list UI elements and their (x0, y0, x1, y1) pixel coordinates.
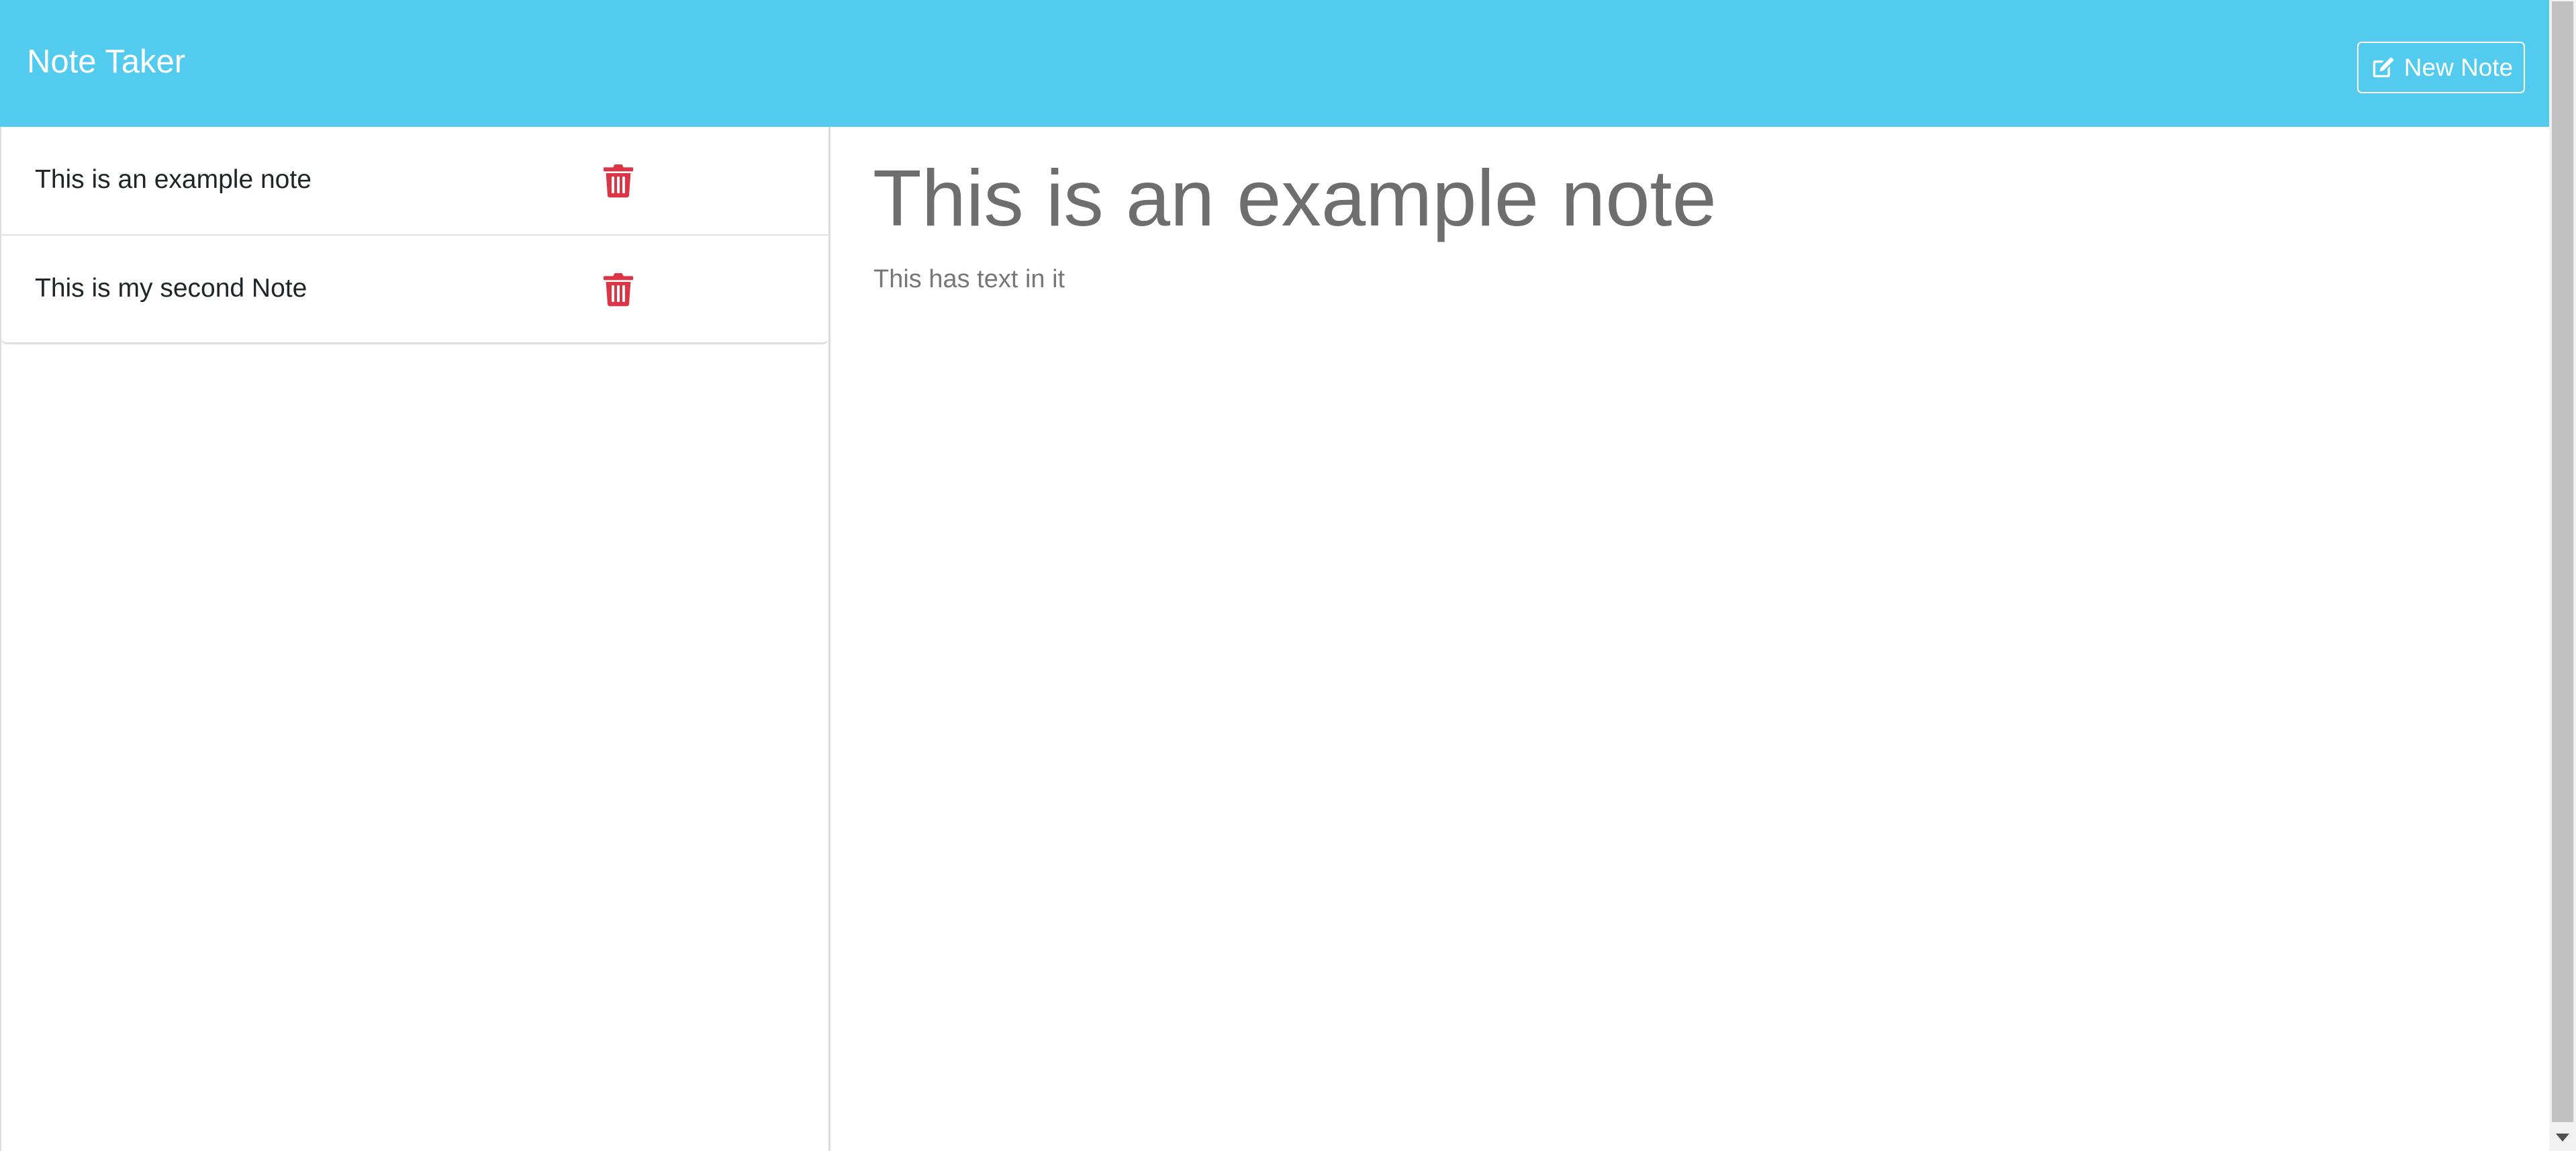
note-editor: This is an example note This has text in… (832, 127, 2549, 1151)
note-taker-page: Note Taker New Note This is an example n… (0, 0, 2576, 1151)
pen-to-square-icon (2369, 54, 2396, 81)
note-list-item[interactable]: This is an example note (1, 127, 828, 236)
navbar: Note Taker New Note (0, 0, 2549, 127)
note-title-field[interactable]: This is an example note (873, 150, 1717, 247)
app-title[interactable]: Note Taker (27, 42, 185, 82)
scroll-down-arrow-icon[interactable] (2549, 1124, 2576, 1151)
note-text-field[interactable]: This has text in it (873, 264, 1065, 295)
scrollbar-thumb[interactable] (2552, 1, 2573, 1122)
note-list-item-title: This is my second Note (35, 274, 307, 303)
new-note-label: New Note (2403, 53, 2514, 81)
note-list: This is an example note This is my secon… (1, 127, 828, 344)
note-list-item-title: This is an example note (35, 165, 312, 194)
trash-icon[interactable] (602, 163, 634, 198)
note-list-panel: This is an example note This is my secon… (0, 127, 830, 1151)
vertical-scrollbar[interactable] (2549, 0, 2576, 1151)
trash-icon[interactable] (602, 272, 634, 307)
note-list-item[interactable]: This is my second Note (1, 236, 828, 344)
new-note-button[interactable]: New Note (2357, 42, 2525, 93)
